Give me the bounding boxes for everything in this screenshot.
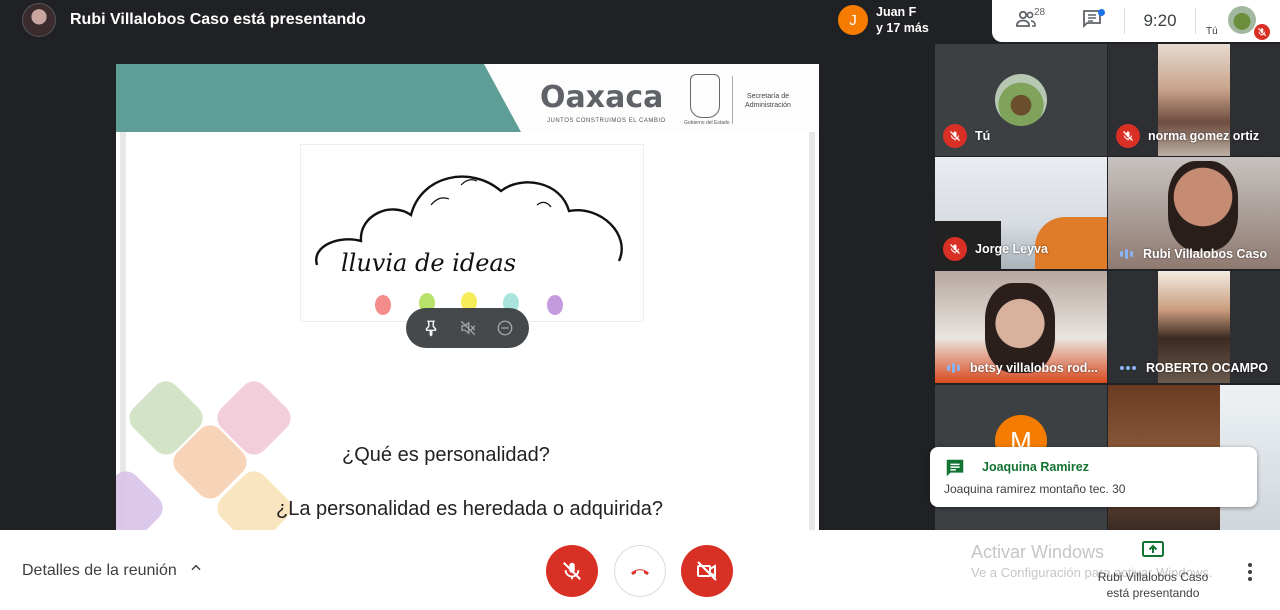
mic-off-icon — [943, 124, 967, 148]
camera-off-icon — [697, 561, 717, 581]
mute-icon — [460, 320, 475, 336]
presentation-toolbar — [406, 308, 529, 348]
participant-name: Rubi Villalobos Caso — [1143, 247, 1268, 261]
end-call-button[interactable] — [614, 545, 666, 597]
divider — [732, 76, 733, 124]
presentation-slide: Oaxaca JUNTOS CONSTRUIMOS EL CAMBIO Gobi… — [116, 64, 819, 530]
presenter-bar: Rubi Villalobos Caso está presentando — [0, 0, 830, 40]
joiner-name: Juan F — [876, 5, 917, 19]
participant-name: norma gomez ortiz — [1148, 129, 1260, 143]
participant-tile[interactable]: ROBERTO OCAMPO — [1108, 271, 1280, 383]
state-seal-icon — [690, 74, 720, 118]
participant-tile[interactable]: Tú — [935, 44, 1107, 156]
details-label: Detalles de la reunión — [22, 561, 177, 579]
participant-video — [1168, 161, 1238, 251]
participant-name: betsy villalobos rod... — [970, 361, 1098, 375]
participant-tile[interactable]: betsy villalobos rod... — [935, 271, 1107, 383]
speaking-indicator-icon — [1120, 249, 1133, 259]
audio-dots-icon — [1120, 366, 1136, 370]
joiner-avatar: J — [838, 5, 868, 35]
end-call-icon — [631, 569, 649, 575]
present-icon — [1141, 541, 1165, 564]
chat-unread-dot — [1098, 9, 1105, 16]
joined-notification[interactable]: J Juan F y 17 más — [832, 0, 992, 40]
remove-button[interactable] — [491, 314, 519, 342]
slide-header: Oaxaca JUNTOS CONSTRUIMOS EL CAMBIO Gobi… — [116, 64, 819, 132]
remove-icon — [497, 320, 512, 336]
chat-notification[interactable]: Joaquina Ramirez Joaquina ramirez montañ… — [930, 447, 1257, 507]
cloud-icon — [315, 175, 623, 315]
chevron-up-icon — [189, 561, 203, 580]
mic-off-icon — [1116, 124, 1140, 148]
slide-border — [809, 132, 815, 530]
mic-toggle-button[interactable] — [546, 545, 598, 597]
mute-button[interactable] — [454, 314, 482, 342]
brainstorm-image: lluvia de ideas — [300, 144, 644, 322]
camera-toggle-button[interactable] — [681, 545, 733, 597]
presenting-status: está presentando — [1106, 586, 1200, 600]
chat-message: Joaquina ramirez montaño tec. 30 — [944, 482, 1126, 496]
bottom-control-bar: Detalles de la reunión Activar Windows V… — [0, 530, 1280, 610]
participant-tile[interactable]: norma gomez ortiz — [1108, 44, 1280, 156]
chat-icon — [944, 457, 966, 484]
self-preview[interactable]: Tú — [1196, 0, 1276, 42]
more-options-button[interactable] — [1240, 560, 1260, 584]
top-panel: 28 9:20 Tú — [992, 0, 1280, 42]
self-avatar — [1228, 6, 1256, 34]
people-button[interactable]: 28 — [992, 0, 1060, 42]
participant-tile[interactable]: Rubi Villalobos Caso — [1108, 157, 1280, 269]
avatar — [995, 74, 1047, 126]
people-count: 28 — [1034, 7, 1046, 18]
presenting-name: Rubi Villalobos Caso — [1097, 570, 1209, 584]
clock: 9:20 — [1143, 11, 1177, 30]
presenter-avatar — [22, 3, 56, 37]
slide-question-2: ¿La personalidad es heredada o adquirida… — [276, 498, 663, 520]
self-label: Tú — [1206, 26, 1218, 37]
pin-button[interactable] — [417, 314, 445, 342]
more-icon — [1248, 563, 1252, 567]
presenter-title: Rubi Villalobos Caso está presentando — [70, 11, 366, 28]
mic-off-icon — [1254, 24, 1270, 40]
participant-name: Tú — [975, 129, 991, 143]
logo-tagline: JUNTOS CONSTRUIMOS EL CAMBIO — [547, 118, 666, 124]
meet-window: Rubi Villalobos Caso está presentando J … — [0, 0, 1280, 610]
meeting-details-button[interactable]: Detalles de la reunión — [22, 561, 203, 580]
participant-video — [985, 283, 1055, 373]
participant-name: Jorge Leyva — [975, 242, 1048, 256]
gov-label: Gobierno del Estado — [684, 120, 730, 126]
brainstorm-title: lluvia de ideas — [341, 249, 517, 277]
chat-sender: Joaquina Ramirez — [982, 460, 1089, 474]
mic-off-icon — [563, 562, 581, 580]
participant-tile[interactable]: Jorge Leyva — [935, 157, 1107, 269]
chat-button[interactable] — [1060, 0, 1124, 42]
oaxaca-logo: Oaxaca — [540, 80, 664, 115]
slide-question-1: ¿Qué es personalidad? — [342, 444, 550, 466]
windows-activation-title: Activar Windows — [971, 542, 1105, 562]
secretaria-label: Secretaría de Administración — [745, 93, 791, 109]
mic-off-icon — [943, 237, 967, 261]
joiner-more: y 17 más — [876, 21, 929, 35]
speaking-indicator-icon — [947, 363, 960, 373]
participant-name: ROBERTO OCAMPO — [1146, 361, 1268, 375]
presenting-button[interactable]: Rubi Villalobos Caso está presentando — [1096, 540, 1210, 601]
pin-icon — [425, 320, 436, 337]
